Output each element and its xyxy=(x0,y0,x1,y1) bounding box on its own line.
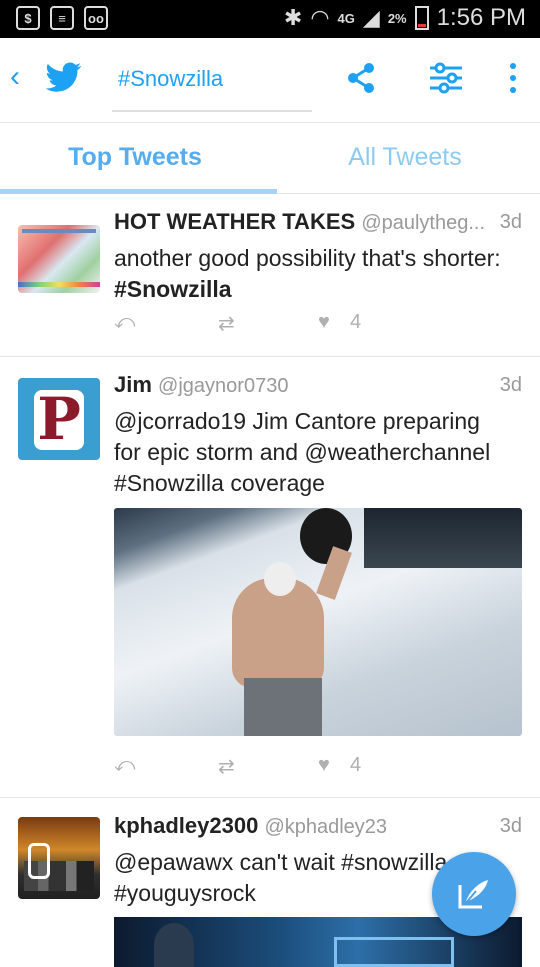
like-count: 4 xyxy=(350,754,362,776)
bluetooth-icon: ✱ xyxy=(283,5,303,30)
status-bar: $ ≡ oo ✱ ◠ 4G ◢ 2% 1:56 PM xyxy=(0,0,540,38)
tab-all-tweets[interactable]: All Tweets xyxy=(270,123,540,193)
phillies-logo-icon: P xyxy=(37,385,81,453)
network-type: 4G xyxy=(337,10,355,26)
tweet-time: 3d xyxy=(499,374,522,396)
tweet-actions: ⤺ ⇄ ♥ 4 xyxy=(114,311,374,341)
reply-icon[interactable]: ⤺ xyxy=(114,754,135,777)
status-left-icons: $ ≡ oo xyxy=(16,6,108,30)
filter-icon[interactable] xyxy=(428,62,464,94)
man-head xyxy=(264,562,296,596)
compose-button[interactable] xyxy=(432,852,516,936)
tweet-line: another good possibility that's shorter: xyxy=(114,245,501,271)
share-icon[interactable] xyxy=(346,62,376,94)
author-name[interactable]: Jim xyxy=(114,372,152,397)
tweet-time: 3d xyxy=(499,211,522,233)
tweet-text: @jcorrado19 Jim Cantore preparing for ep… xyxy=(114,406,524,499)
man-shorts xyxy=(244,678,322,736)
like-icon[interactable]: ♥ xyxy=(318,311,330,334)
retweet-icon[interactable]: ⇄ xyxy=(218,754,235,779)
like-icon[interactable]: ♥ xyxy=(318,754,330,777)
voicemail-icon: oo xyxy=(84,6,108,30)
author-name[interactable]: kphadley2300 xyxy=(114,813,258,838)
avatar[interactable] xyxy=(18,225,100,293)
back-icon[interactable]: ‹ xyxy=(10,60,20,94)
like-count: 4 xyxy=(350,311,362,333)
hashtag-link[interactable]: #Snowzilla xyxy=(114,274,524,305)
tweet-header: HOT WEATHER TAKES @paulytheg... xyxy=(114,209,522,239)
author-handle[interactable]: @jgaynor0730 xyxy=(158,375,288,397)
compose-icon xyxy=(458,880,488,909)
tweet-line: for epic storm and @weatherchannel xyxy=(114,439,491,465)
avatar-logo xyxy=(28,843,50,879)
tweet-line: #Snowzilla coverage xyxy=(114,470,325,496)
avatar[interactable]: P xyxy=(18,378,100,460)
tab-top-tweets[interactable]: Top Tweets xyxy=(0,123,270,193)
retweet-icon[interactable]: ⇄ xyxy=(218,311,235,336)
search-input[interactable]: #Snowzilla xyxy=(112,52,312,112)
clock: 1:56 PM xyxy=(436,4,526,31)
tweet-time: 3d xyxy=(499,815,522,837)
tweet-item[interactable]: P Jim @jgaynor0730 3d @jcorrado19 Jim Ca… xyxy=(0,358,540,798)
monster-silhouette xyxy=(154,923,194,967)
notification-icon: $ xyxy=(16,6,40,30)
author-handle[interactable]: @paulytheg... xyxy=(361,212,485,234)
reply-icon[interactable]: ⤺ xyxy=(114,311,135,334)
app-bar: ‹ #Snowzilla xyxy=(0,38,540,122)
map-title-strip xyxy=(22,229,96,233)
storm-logo-box xyxy=(334,937,454,967)
tab-bar: Top Tweets All Tweets xyxy=(0,122,540,194)
wifi-icon: ◠ xyxy=(310,5,330,30)
more-icon[interactable] xyxy=(508,62,518,94)
map-legend-strip xyxy=(18,282,100,287)
status-right: ✱ ◠ 4G ◢ 2% 1:56 PM xyxy=(284,4,526,32)
tab-indicator xyxy=(0,189,277,194)
author-name[interactable]: HOT WEATHER TAKES xyxy=(114,209,355,234)
author-handle[interactable]: @kphadley23 xyxy=(264,816,387,838)
tweet-header: kphadley2300 @kphadley23 xyxy=(114,813,522,843)
tweet-actions: ⤺ ⇄ ♥ 4 xyxy=(114,754,374,784)
battery-icon xyxy=(414,6,429,30)
trees-silhouette xyxy=(364,508,522,568)
battery-percent: 2% xyxy=(387,10,407,26)
signal-icon: ◢ xyxy=(362,5,380,30)
tweet-header: Jim @jgaynor0730 xyxy=(114,372,522,402)
twitter-bird-icon[interactable] xyxy=(46,62,82,92)
avatar[interactable] xyxy=(18,817,100,899)
tweet-item[interactable]: HOT WEATHER TAKES @paulytheg... 3d anoth… xyxy=(0,195,540,357)
tweet-text: another good possibility that's shorter:… xyxy=(114,243,524,305)
search-query: #Snowzilla xyxy=(118,66,224,91)
tweet-media-image[interactable] xyxy=(114,508,522,736)
email-icon: ≡ xyxy=(50,6,74,30)
tweet-line: @jcorrado19 Jim Cantore preparing xyxy=(114,408,480,434)
